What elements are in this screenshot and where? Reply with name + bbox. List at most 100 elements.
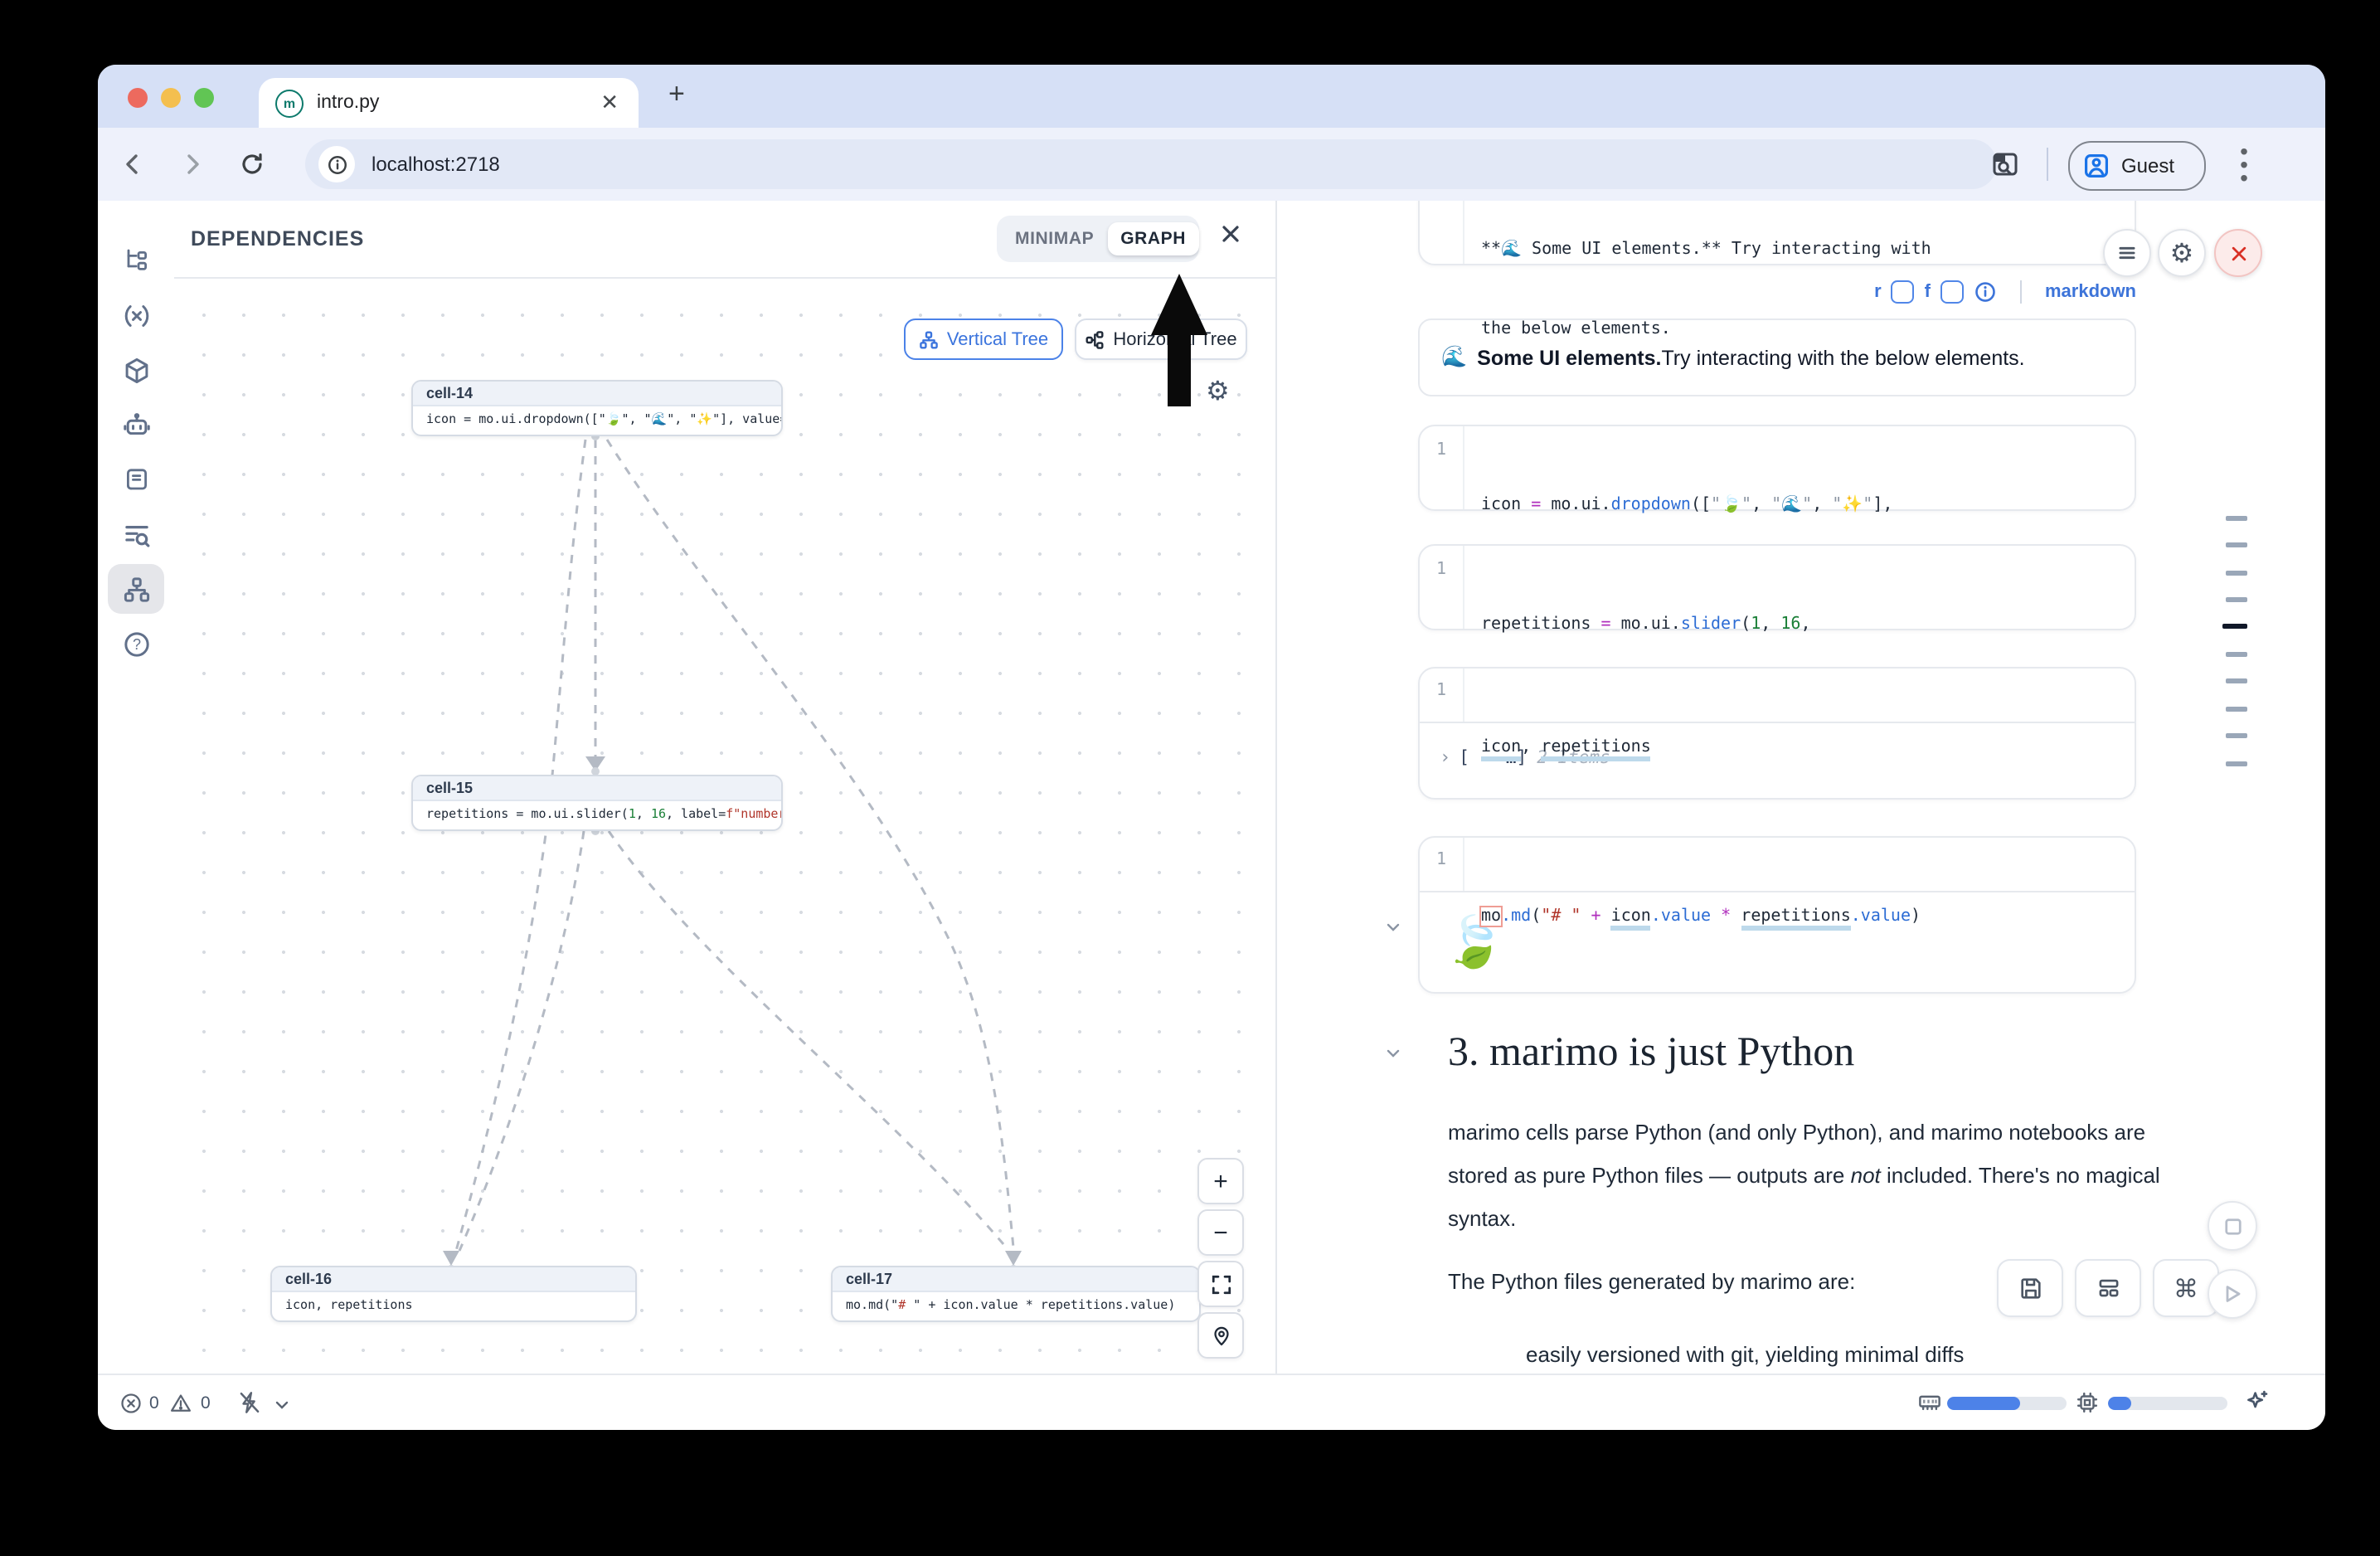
horizontal-tree-button[interactable]: Horizontal Tree xyxy=(1075,318,1247,360)
zoom-in-button[interactable]: + xyxy=(1197,1158,1244,1204)
fit-view-button[interactable] xyxy=(1197,1261,1244,1307)
url-bar[interactable]: localhost:2718 xyxy=(305,139,1997,189)
code-line: mo.md("# " + icon.value * repetitions.va… xyxy=(1481,904,2118,931)
graph-zoom-controls: + − xyxy=(1197,1158,1244,1364)
code-line: **🌊 Some UI elements.** Try interacting … xyxy=(1481,237,2118,264)
search-tabs-icon[interactable] xyxy=(1990,149,2020,179)
warnings-icon[interactable] xyxy=(169,1392,192,1415)
cell-info-icon[interactable] xyxy=(1974,280,1997,304)
code-cell-momd[interactable]: 1 mo.md("# " + icon.value * repetitions.… xyxy=(1418,836,2136,994)
shutdown-button[interactable] xyxy=(2214,229,2262,277)
site-info-icon[interactable] xyxy=(318,146,355,182)
minimap-cell-marker[interactable] xyxy=(2226,707,2247,711)
tab-graph[interactable]: GRAPH xyxy=(1107,222,1199,255)
code-line: icon = mo.ui.dropdown(["🍃", "🌊", "✨"], xyxy=(1481,493,2118,519)
dependencies-title: DEPENDENCIES xyxy=(191,227,364,250)
markdown-output: 🌊 Some UI elements. Try interacting with… xyxy=(1418,318,2136,396)
back-icon[interactable] xyxy=(114,146,151,182)
graph-canvas[interactable]: Vertical Tree Horizontal Tree ⚙ cell-14 … xyxy=(174,279,1275,1375)
run-shortcut-label[interactable]: r xyxy=(1874,282,1882,302)
cpu-icon xyxy=(2075,1390,2100,1415)
tab-close-icon[interactable]: ✕ xyxy=(597,90,622,116)
node-title: cell-17 xyxy=(833,1267,1199,1292)
mac-minimize-button[interactable] xyxy=(161,88,181,108)
minimap-cell-marker[interactable] xyxy=(2226,597,2247,601)
node-title: cell-16 xyxy=(272,1267,635,1292)
status-bar: 0 0 xyxy=(98,1374,2325,1430)
tab-title: intro.py xyxy=(317,93,597,113)
forward-icon[interactable] xyxy=(174,146,211,182)
graph-settings-icon[interactable]: ⚙ xyxy=(1206,375,1230,408)
line-number: 1 xyxy=(1420,426,1464,509)
minimap-cell-marker[interactable] xyxy=(2226,733,2247,737)
reload-icon[interactable] xyxy=(234,146,270,182)
errors-icon[interactable] xyxy=(119,1392,143,1415)
sidebar-item-dependencies[interactable] xyxy=(108,564,164,614)
sidebar-item-ai-assistant[interactable] xyxy=(108,400,164,450)
stop-button[interactable] xyxy=(2208,1201,2257,1251)
notebook-panel: 1 **🌊 Some UI elements.** Try interactin… xyxy=(1277,201,2325,1375)
tab-minimap[interactable]: MINIMAP xyxy=(1002,222,1107,255)
sidebar-item-packages[interactable] xyxy=(108,345,164,395)
minimap-current-cell-marker[interactable] xyxy=(2222,624,2247,628)
command-symbol: ⌘ xyxy=(2174,1273,2198,1303)
code-cell-tuple[interactable]: 1 icon, repetitions › [ … ] 2 Items xyxy=(1418,667,2136,800)
minimap-cell-marker[interactable] xyxy=(2226,571,2247,575)
graph-node-cell-16[interactable]: cell-16 icon, repetitions xyxy=(270,1266,637,1322)
section-paragraph: marimo cells parse Python (and only Pyth… xyxy=(1448,1111,2186,1241)
graph-node-cell-14[interactable]: cell-14 icon = mo.ui.dropdown(["🍃", "🌊",… xyxy=(411,380,783,436)
minimap-cell-marker[interactable] xyxy=(2226,542,2247,547)
notebook-menu-button[interactable] xyxy=(2103,229,2151,277)
minimap-cell-marker[interactable] xyxy=(2226,678,2247,683)
run-button[interactable] xyxy=(2208,1269,2257,1319)
locate-button[interactable] xyxy=(1197,1312,1244,1359)
cpu-usage-fill xyxy=(2108,1397,2130,1410)
sidebar-item-scratchpad[interactable] xyxy=(108,455,164,504)
cpu-usage-bar xyxy=(2108,1397,2227,1410)
mac-zoom-button[interactable] xyxy=(194,88,214,108)
ai-sparkle-icon[interactable] xyxy=(2244,1388,2271,1415)
format-shortcut-label[interactable]: f xyxy=(1925,282,1931,302)
memory-usage-bar xyxy=(1947,1397,2067,1410)
expand-chevron-icon[interactable]: › xyxy=(1440,746,1450,768)
code-cell-dropdown[interactable]: 1 icon = mo.ui.dropdown(["🍃", "🌊", "✨"],… xyxy=(1418,425,2136,511)
save-button[interactable] xyxy=(1997,1259,2063,1317)
minimap-cell-marker[interactable] xyxy=(2226,516,2247,520)
sidebar-item-logs-search[interactable] xyxy=(108,509,164,559)
code-line: icon, repetitions xyxy=(1481,735,2118,761)
minimap-cell-marker[interactable] xyxy=(2226,761,2247,766)
dependencies-panel: DEPENDENCIES MINIMAP GRAPH xyxy=(174,201,1277,1375)
cell-collapse-chevron-icon[interactable] xyxy=(1383,917,1403,937)
sidebar-item-variables[interactable] xyxy=(108,290,164,340)
sidebar-item-file-explorer[interactable] xyxy=(108,236,164,285)
toolbar-divider xyxy=(2047,148,2048,181)
memory-usage-fill xyxy=(1947,1397,2020,1410)
autorun-disabled-icon[interactable] xyxy=(237,1390,262,1415)
sidebar-item-help[interactable]: ? xyxy=(108,619,164,669)
node-title: cell-15 xyxy=(413,776,781,801)
browser-tab[interactable]: m intro.py ✕ xyxy=(259,78,639,128)
memory-icon xyxy=(1917,1390,1942,1415)
vertical-tree-button[interactable]: Vertical Tree xyxy=(904,318,1063,360)
zoom-out-button[interactable]: − xyxy=(1197,1209,1244,1256)
mac-close-button[interactable] xyxy=(128,88,148,108)
cell-badges: r f markdown xyxy=(1418,274,2136,310)
graph-node-cell-17[interactable]: cell-17 mo.md("# " + icon.value * repeti… xyxy=(831,1266,1201,1322)
warnings-count: 0 xyxy=(201,1393,211,1413)
graph-node-cell-15[interactable]: cell-15 repetitions = mo.ui.slider(1, 16… xyxy=(411,775,783,831)
url-text: localhost:2718 xyxy=(372,153,500,176)
dependencies-close-icon[interactable] xyxy=(1219,222,1242,246)
section-collapse-chevron-icon[interactable] xyxy=(1383,1043,1403,1063)
new-tab-button[interactable]: + xyxy=(668,78,685,111)
statusbar-chevron-icon[interactable] xyxy=(272,1395,292,1415)
screen: m intro.py ✕ + localhost:2718 xyxy=(0,0,2380,1556)
browser-menu-icon[interactable]: ••• xyxy=(2231,144,2257,184)
minimap-cell-marker[interactable] xyxy=(2226,652,2247,656)
markdown-cell[interactable]: 1 **🌊 Some UI elements.** Try interactin… xyxy=(1418,201,2136,265)
profile-button[interactable]: Guest xyxy=(2068,141,2206,191)
code-cell-slider[interactable]: 1 repetitions = mo.ui.slider(1, 16, labe… xyxy=(1418,544,2136,630)
notebook-settings-button[interactable]: ⚙ xyxy=(2158,229,2206,277)
layout-button[interactable] xyxy=(2075,1259,2141,1317)
cell-language-badge[interactable]: markdown xyxy=(2045,282,2136,302)
node-code: repetitions = mo.ui.slider(1, 16, label=… xyxy=(413,801,781,826)
